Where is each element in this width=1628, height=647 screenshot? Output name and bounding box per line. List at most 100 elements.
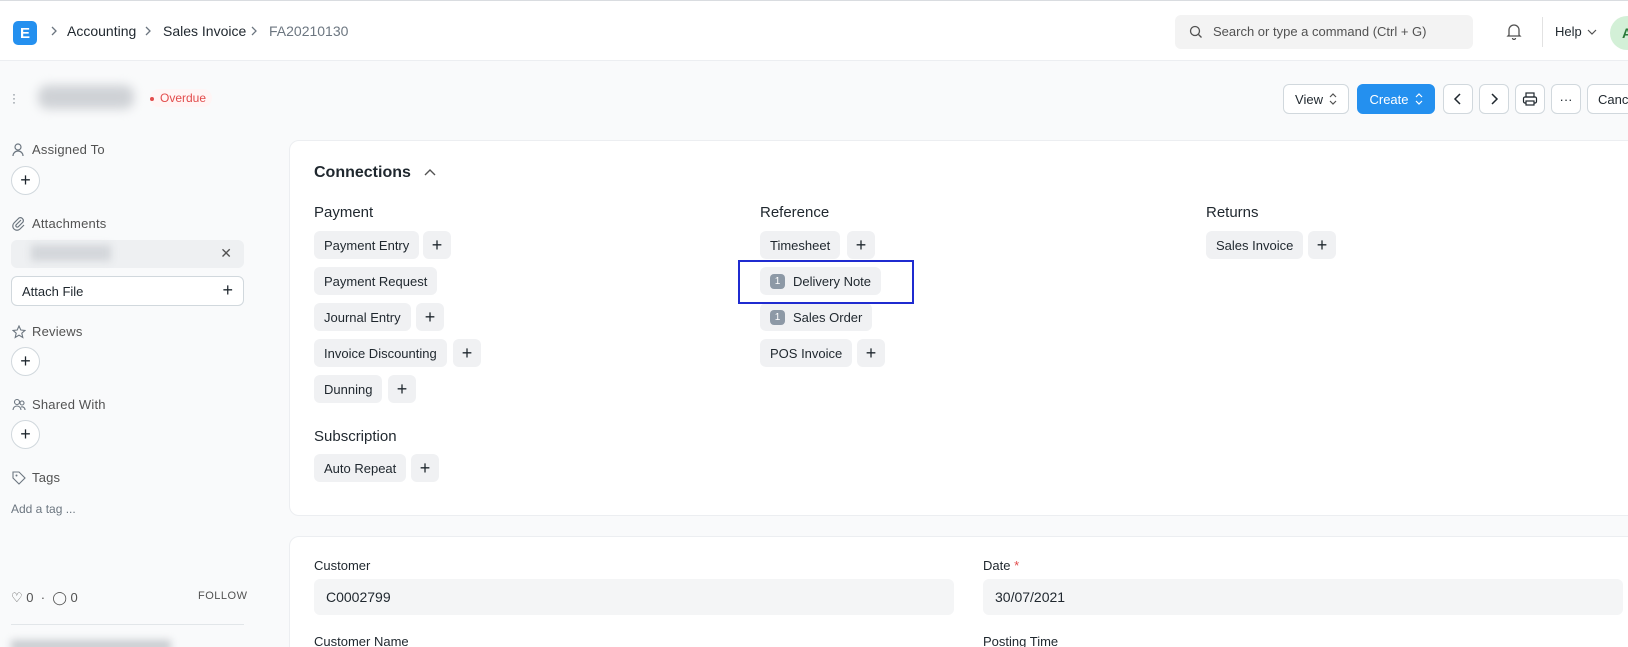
connection-sales-invoice-return[interactable]: Sales Invoice <box>1206 231 1304 259</box>
connection-dunning[interactable]: Dunning <box>314 375 383 403</box>
plus-icon: + <box>20 170 31 190</box>
app-logo[interactable]: E <box>13 21 37 45</box>
connection-sales-order[interactable]: 1 Sales Order <box>760 303 873 331</box>
connection-timesheet[interactable]: Timesheet <box>760 231 841 259</box>
tags-label: Tags <box>32 470 61 485</box>
connection-payment-entry[interactable]: Payment Entry <box>314 231 420 259</box>
likes-comments: ♡ 0 · ◯ 0 <box>11 590 78 606</box>
chevron-left-icon <box>1453 93 1461 105</box>
breadcrumb-accounting[interactable]: Accounting <box>67 23 136 39</box>
navbar-divider <box>1542 17 1543 47</box>
print-button[interactable] <box>1515 84 1545 114</box>
connections-card <box>289 140 1628 516</box>
tag-icon <box>12 471 26 485</box>
search-bar[interactable]: Search or type a command (Ctrl + G) <box>1175 15 1473 49</box>
status-dot-icon <box>150 97 154 101</box>
comment-icon[interactable]: ◯ <box>52 590 67 605</box>
connection-label: Timesheet <box>770 237 831 253</box>
connection-label: Journal Entry <box>324 309 401 325</box>
attach-file-label: Attach File <box>22 284 84 299</box>
chevron-right-icon <box>145 26 151 36</box>
customer-field[interactable]: C0002799 <box>314 579 954 615</box>
drag-handle-icon[interactable]: · · · <box>12 88 16 108</box>
plus-icon: + <box>20 351 31 371</box>
status-badge: Overdue <box>150 89 213 107</box>
connection-label: Sales Invoice <box>1216 237 1294 253</box>
sidebar-redacted-text <box>11 640 171 647</box>
attachment-name-redacted <box>31 245 111 261</box>
shared-with-label: Shared With <box>32 397 106 412</box>
user-icon <box>12 143 24 157</box>
next-record-button[interactable] <box>1479 84 1509 114</box>
connection-auto-repeat[interactable]: Auto Repeat <box>314 454 407 482</box>
heart-icon[interactable]: ♡ <box>11 590 23 605</box>
star-icon <box>12 325 26 339</box>
status-text: Overdue <box>160 91 207 105</box>
connection-label: Dunning <box>324 381 373 397</box>
new-auto-repeat-button[interactable]: + <box>411 454 439 482</box>
new-payment-entry-button[interactable]: + <box>423 231 451 259</box>
connection-pos-invoice[interactable]: POS Invoice <box>760 339 853 367</box>
paperclip-icon <box>12 217 25 231</box>
remove-attachment-icon[interactable]: ✕ <box>220 245 232 262</box>
plus-icon: + <box>20 424 31 444</box>
new-dunning-button[interactable]: + <box>388 375 416 403</box>
view-button[interactable]: View <box>1283 84 1349 114</box>
sidebar-divider <box>11 624 244 625</box>
document-title-redacted <box>38 85 134 109</box>
new-journal-entry-button[interactable]: + <box>416 303 444 331</box>
plus-icon: + <box>419 457 431 478</box>
comments-count: 0 <box>70 590 78 605</box>
more-icon: ··· <box>1559 91 1573 107</box>
search-icon <box>1189 25 1202 38</box>
previous-record-button[interactable] <box>1443 84 1473 114</box>
attachments-label: Attachments <box>32 216 107 231</box>
new-pos-invoice-button[interactable]: + <box>857 339 885 367</box>
create-button-label: Create <box>1369 91 1409 107</box>
attachment-item[interactable]: ✕ <box>11 240 244 268</box>
date-field[interactable]: 30/07/2021 <box>983 579 1623 615</box>
connection-journal-entry[interactable]: Journal Entry <box>314 303 411 331</box>
users-icon <box>12 398 26 411</box>
breadcrumb-current[interactable]: FA20210130 <box>269 23 348 39</box>
add-tag-link[interactable]: Add a tag ... <box>11 502 76 516</box>
plus-icon: + <box>222 280 233 300</box>
cancel-button[interactable]: Cancel <box>1587 84 1628 114</box>
chevron-up-icon[interactable] <box>424 168 436 176</box>
add-review-button[interactable]: + <box>11 347 40 376</box>
plus-icon: + <box>424 306 436 327</box>
connections-title[interactable]: Connections <box>314 164 411 182</box>
search-placeholder: Search or type a command (Ctrl + G) <box>1213 24 1427 39</box>
help-menu[interactable]: Help <box>1555 24 1582 39</box>
connection-label: POS Invoice <box>770 345 843 361</box>
plus-icon: + <box>461 342 473 363</box>
add-share-button[interactable]: + <box>11 420 40 449</box>
view-button-label: View <box>1295 91 1323 107</box>
add-assignee-button[interactable]: + <box>11 166 40 195</box>
returns-group-title: Returns <box>1206 204 1259 221</box>
connection-label: Auto Repeat <box>324 460 397 476</box>
bell-icon[interactable] <box>1505 22 1523 40</box>
follow-button[interactable]: FOLLOW <box>198 590 247 602</box>
create-button[interactable]: Create <box>1357 84 1435 114</box>
chevron-right-icon <box>51 26 57 36</box>
plus-icon: + <box>865 342 877 363</box>
assigned-to-label: Assigned To <box>32 142 105 157</box>
plus-icon: + <box>396 378 408 399</box>
attach-file-button[interactable]: Attach File + <box>11 276 244 306</box>
new-invoice-discounting-button[interactable]: + <box>453 339 481 367</box>
user-avatar[interactable]: A <box>1610 16 1628 50</box>
breadcrumb-sales-invoice[interactable]: Sales Invoice <box>163 23 246 39</box>
more-actions-button[interactable]: ··· <box>1551 84 1581 114</box>
delivery-note-highlight-box <box>738 260 914 304</box>
new-sales-invoice-return-button[interactable]: + <box>1308 231 1336 259</box>
customer-label: Customer <box>314 558 371 573</box>
sort-icon <box>1415 93 1422 105</box>
connection-invoice-discounting[interactable]: Invoice Discounting <box>314 339 447 367</box>
connection-label: Payment Entry <box>324 237 410 253</box>
printer-icon <box>1522 92 1538 106</box>
customer-value: C0002799 <box>326 589 391 605</box>
connection-payment-request[interactable]: Payment Request <box>314 267 438 295</box>
new-timesheet-button[interactable]: + <box>847 231 875 259</box>
sort-icon <box>1329 93 1337 105</box>
